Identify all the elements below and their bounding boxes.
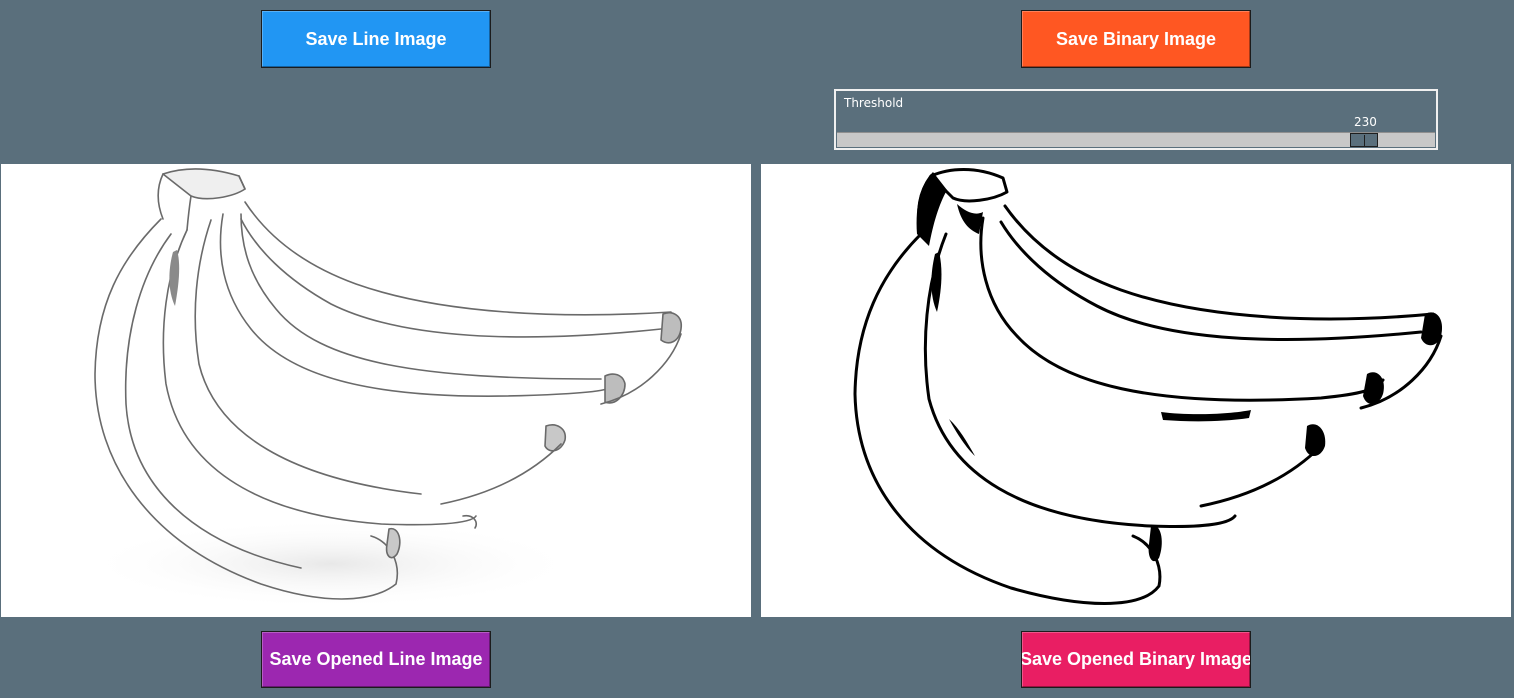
banana-binary-image bbox=[853, 168, 1443, 605]
binary-image-canvas bbox=[761, 164, 1511, 617]
save-opened-line-image-button[interactable]: Save Opened Line Image bbox=[261, 631, 491, 688]
save-opened-binary-image-button[interactable]: Save Opened Binary Image bbox=[1021, 631, 1251, 688]
save-line-image-button[interactable]: Save Line Image bbox=[261, 10, 491, 68]
threshold-slider[interactable] bbox=[837, 132, 1435, 147]
line-image-canvas bbox=[1, 164, 751, 617]
save-binary-image-button[interactable]: Save Binary Image bbox=[1021, 10, 1251, 68]
banana-line-sketch-image bbox=[81, 168, 683, 609]
threshold-label: Threshold bbox=[844, 96, 904, 110]
threshold-frame: Threshold 230 bbox=[834, 89, 1438, 150]
threshold-slider-handle[interactable] bbox=[1350, 133, 1378, 147]
threshold-value: 230 bbox=[1354, 115, 1377, 129]
